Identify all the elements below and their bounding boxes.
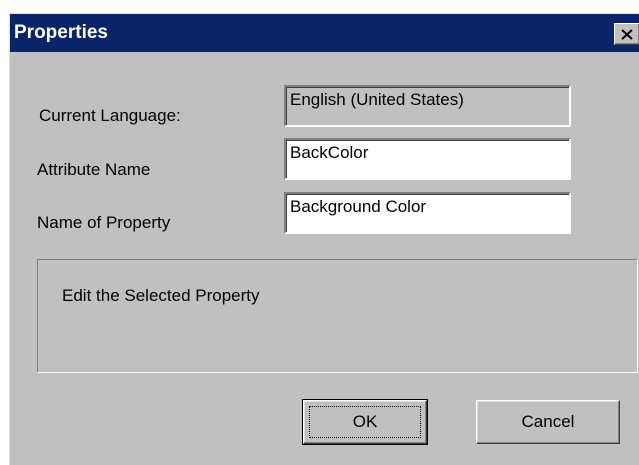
current-language-field: English (United States) (284, 85, 571, 127)
property-name-label: Name of Property (37, 213, 171, 232)
description-panel: Edit the Selected Property (37, 259, 638, 373)
title-bar[interactable]: Properties (10, 14, 639, 52)
cancel-button[interactable]: Cancel (476, 400, 620, 444)
close-icon (621, 28, 633, 40)
attribute-name-label: Attribute Name (37, 160, 151, 179)
property-name-input[interactable]: Background Color (284, 192, 571, 234)
current-language-label: Current Language: (39, 106, 181, 125)
close-button[interactable] (614, 23, 639, 45)
properties-dialog: Properties Current Language: English (Un… (9, 13, 639, 465)
attribute-name-input[interactable]: BackColor (284, 138, 571, 180)
focus-rectangle (309, 406, 421, 438)
description-text: Edit the Selected Property (62, 286, 260, 305)
dialog-title: Properties (14, 22, 108, 43)
cancel-label: Cancel (521, 412, 575, 431)
ok-button[interactable]: OK (302, 399, 428, 445)
